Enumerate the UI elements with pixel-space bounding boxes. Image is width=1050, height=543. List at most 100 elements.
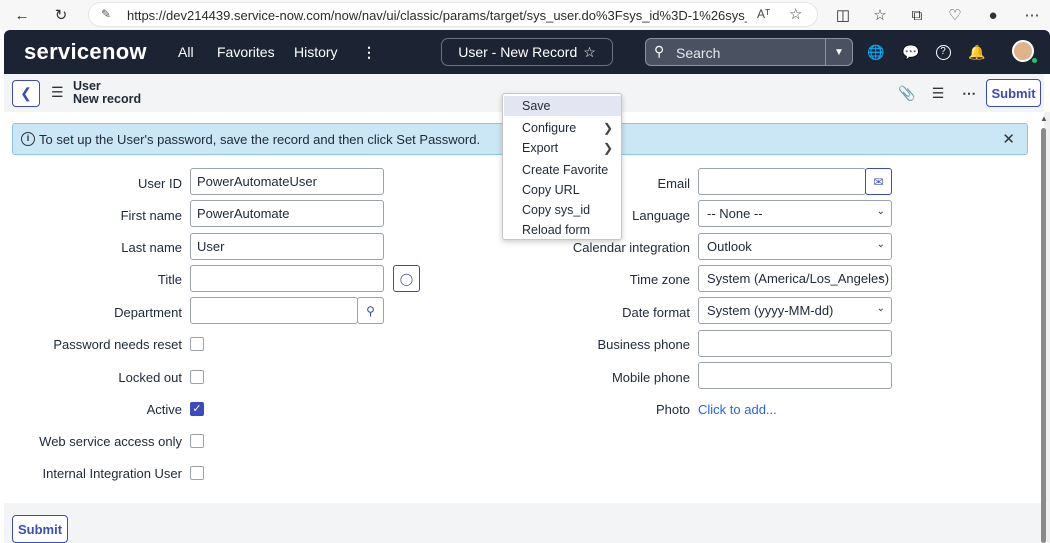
menu-item-save[interactable]: Save	[504, 96, 621, 116]
servicenow-header: servicenow All Favorites History ⋮ User …	[4, 30, 1050, 74]
menu-item-copy-sys-id[interactable]: Copy sys_id	[504, 200, 621, 220]
form-footer	[4, 503, 1044, 543]
chevron-down-icon: ⌄	[876, 239, 885, 250]
read-aloud-icon[interactable]: Aᵀ	[757, 7, 770, 21]
favorite-star-icon[interactable]: ☆	[789, 5, 802, 23]
language-select[interactable]: -- None -- ⌄	[698, 200, 892, 227]
browser-toolbar: ← ↻ ✎ https://dev214439.service-now.com/…	[0, 0, 1050, 30]
menu-item-configure[interactable]: Configure ❯	[504, 118, 621, 138]
favorites-icon[interactable]: ☆	[870, 5, 890, 25]
photo-add-link[interactable]: Click to add...	[698, 402, 777, 417]
form-menu-icon[interactable]: ☰	[51, 84, 64, 101]
site-info-icon[interactable]: ✎	[101, 7, 111, 21]
search-dropdown-icon[interactable]: ▼	[825, 39, 852, 65]
record-title-pill[interactable]: User - New Record ☆	[441, 38, 613, 66]
chevron-down-icon: ⌄	[876, 206, 885, 217]
calendar-label: Calendar integration	[572, 240, 690, 255]
chat-icon[interactable]: 💬	[901, 42, 921, 62]
menu-item-configure-label: Configure	[522, 121, 577, 135]
health-icon[interactable]: ♡	[945, 5, 965, 25]
menu-item-copy-url[interactable]: Copy URL	[504, 180, 621, 200]
info-icon: i	[21, 132, 35, 146]
calendar-select[interactable]: Outlook ⌄	[698, 233, 892, 260]
locked-out-label: Locked out	[118, 370, 182, 385]
web-service-checkbox[interactable]	[190, 434, 204, 448]
back-arrow-icon[interactable]: ←	[12, 5, 32, 25]
global-search[interactable]: ⚲ Search ▼	[645, 38, 853, 66]
web-service-label: Web service access only	[39, 434, 182, 449]
mobile-phone-label: Mobile phone	[611, 370, 690, 385]
settings-sliders-icon[interactable]: ☰	[929, 84, 947, 102]
menu-item-export-label: Export	[522, 141, 559, 155]
menu-item-reload-form[interactable]: Reload form	[504, 220, 621, 240]
attachment-icon[interactable]: 📎	[898, 84, 916, 102]
nav-more-icon[interactable]: ⋮	[362, 44, 376, 61]
title-input[interactable]	[190, 265, 384, 292]
chevron-left-icon: ❮	[20, 85, 32, 101]
lightbulb-icon[interactable]: ◯	[393, 265, 420, 292]
password-reset-checkbox[interactable]	[190, 337, 204, 351]
notifications-bell-icon[interactable]: 🔔	[967, 42, 987, 62]
nav-all[interactable]: All	[178, 44, 194, 60]
date-format-label: Date format	[622, 305, 690, 320]
scroll-up-icon[interactable]: ▲	[1040, 114, 1048, 123]
search-icon: ⚲	[654, 43, 665, 59]
timezone-select[interactable]: System (America/Los_Angeles) ⌄	[698, 265, 892, 292]
email-envelope-icon[interactable]: ✉	[865, 168, 892, 195]
more-icon[interactable]: ⋯	[1022, 5, 1042, 25]
internal-integration-checkbox[interactable]	[190, 466, 204, 480]
search-label: Search	[676, 45, 721, 61]
email-input[interactable]	[698, 168, 866, 195]
scrollbar-thumb[interactable]	[1041, 128, 1046, 543]
user-id-label: User ID	[137, 176, 182, 191]
profile-icon[interactable]: ●	[983, 5, 1003, 25]
collections-icon[interactable]: ⧉	[907, 5, 927, 25]
star-icon[interactable]: ☆	[583, 44, 596, 61]
avatar[interactable]	[1012, 40, 1038, 64]
user-id-input[interactable]: PowerAutomateUser	[190, 168, 384, 195]
last-name-input[interactable]: User	[190, 233, 384, 260]
chevron-down-icon: ⌄	[876, 271, 885, 282]
menu-item-create-favorite[interactable]: Create Favorite	[504, 160, 621, 180]
date-format-select[interactable]: System (yyyy-MM-dd) ⌄	[698, 297, 892, 324]
record-subtitle: New record	[73, 92, 142, 106]
timezone-value: System (America/Los_Angeles)	[707, 271, 890, 286]
photo-label: Photo	[656, 402, 690, 417]
context-menu: Save Configure ❯ Export ❯ Create Favorite …	[502, 93, 622, 240]
split-screen-icon[interactable]: ◫	[833, 5, 853, 25]
help-icon[interactable]: ?	[933, 42, 953, 62]
nav-history[interactable]: History	[294, 44, 338, 60]
chevron-down-icon: ⌄	[876, 303, 885, 314]
business-phone-input[interactable]	[698, 330, 892, 357]
submit-button-top[interactable]: Submit	[986, 79, 1041, 107]
more-options-icon[interactable]: ⋯	[960, 84, 978, 102]
active-checkbox[interactable]: ✓	[190, 402, 204, 416]
info-message: To set up the User's password, save the …	[39, 132, 481, 147]
menu-item-export[interactable]: Export ❯	[504, 138, 621, 158]
date-format-value: System (yyyy-MM-dd)	[707, 303, 834, 318]
nav-favorites[interactable]: Favorites	[217, 44, 275, 60]
active-label: Active	[146, 402, 182, 417]
refresh-icon[interactable]: ↻	[51, 5, 71, 25]
timezone-label: Time zone	[629, 272, 690, 287]
first-name-input[interactable]: PowerAutomate	[190, 200, 384, 227]
first-name-label: First name	[120, 208, 182, 223]
back-button[interactable]: ❮	[12, 80, 40, 107]
internal-integration-label: Internal Integration User	[42, 466, 182, 481]
email-label: Email	[657, 176, 690, 191]
url-text[interactable]: https://dev214439.service-now.com/now/na…	[127, 8, 747, 23]
chevron-right-icon: ❯	[602, 121, 613, 135]
mobile-phone-input[interactable]	[698, 362, 892, 389]
address-bar[interactable]: ✎ https://dev214439.service-now.com/now/…	[88, 2, 818, 27]
department-search-icon[interactable]: ⚲	[357, 297, 384, 324]
servicenow-logo[interactable]: servicenow	[24, 39, 147, 65]
department-input[interactable]	[190, 297, 358, 324]
locked-out-checkbox[interactable]	[190, 370, 204, 384]
business-phone-label: Business phone	[597, 337, 690, 352]
close-icon[interactable]: ✕	[1002, 130, 1015, 148]
department-label: Department	[114, 305, 182, 320]
submit-button-bottom[interactable]: Submit	[12, 515, 68, 543]
last-name-label: Last name	[121, 240, 182, 255]
globe-icon[interactable]: 🌐	[866, 42, 886, 62]
title-label: Title	[157, 272, 182, 287]
